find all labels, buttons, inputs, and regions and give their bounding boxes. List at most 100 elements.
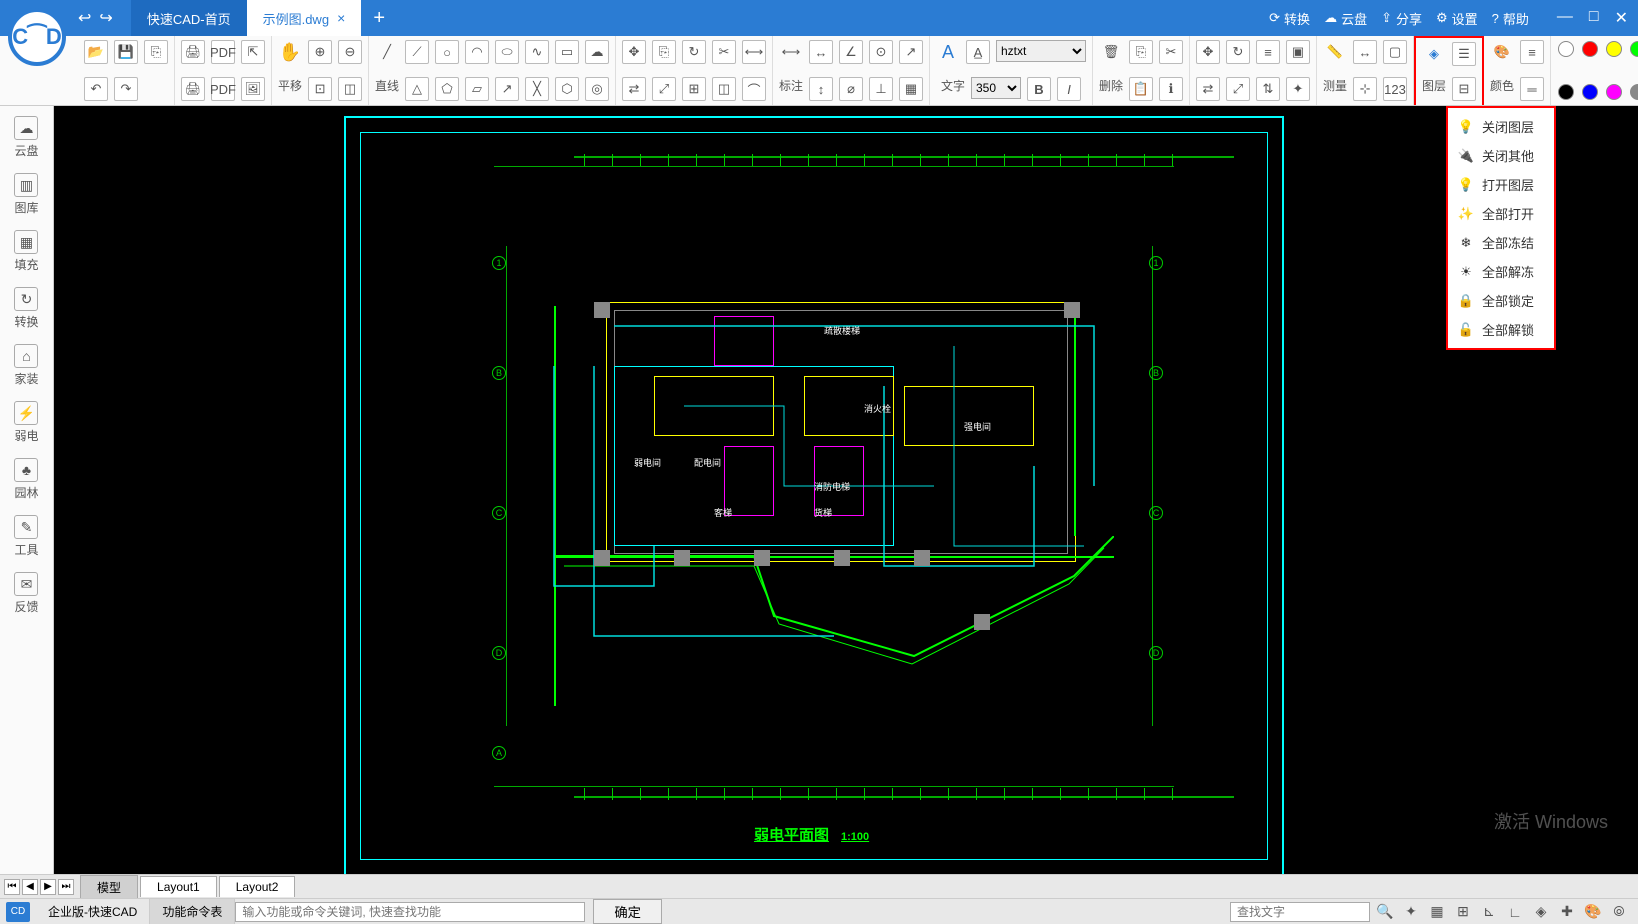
coord-icon[interactable]: ⊹ (1353, 77, 1377, 101)
last-icon[interactable]: ⏭ (58, 879, 74, 895)
color-icon[interactable]: 🎨 (1490, 40, 1514, 64)
save-icon[interactable]: 💾 (114, 40, 138, 64)
layout-tab-model[interactable]: 模型 (80, 875, 138, 899)
color-swatch[interactable] (1582, 84, 1598, 100)
grid-icon[interactable]: ▦ (1426, 902, 1448, 922)
mirror-icon[interactable]: ⇄ (622, 77, 646, 101)
layer-menu-item-4[interactable]: ❄全部冻结 (1448, 228, 1554, 257)
penta-icon[interactable]: ⬠ (435, 77, 459, 101)
sidebar-item-0[interactable]: ☁云盘 (14, 116, 38, 159)
sidebar-item-8[interactable]: ✉反馈 (14, 572, 38, 615)
search-icon[interactable]: 🔍 (1374, 902, 1396, 922)
block-icon[interactable]: ▣ (1286, 40, 1310, 64)
line-icon[interactable]: ╱ (375, 40, 399, 64)
image-icon[interactable]: 🖼 (241, 77, 265, 101)
func-table-button[interactable]: 功能命令表 (150, 899, 235, 924)
lineweight-icon[interactable]: ═ (1520, 77, 1544, 101)
scale2-icon[interactable]: ⤢ (1226, 77, 1250, 101)
app-logo[interactable]: C⁀D (8, 8, 66, 66)
flip-icon[interactable]: ⇅ (1256, 77, 1280, 101)
sidebar-item-3[interactable]: ↻转换 (14, 287, 38, 330)
dimv-icon[interactable]: ↕ (809, 77, 833, 101)
prev-icon[interactable]: ◀ (22, 879, 38, 895)
print-icon[interactable]: 🖨 (181, 40, 205, 64)
close-icon[interactable]: × (337, 10, 345, 26)
sidebar-item-2[interactable]: ▦填充 (14, 230, 38, 273)
cloud-icon[interactable]: ☁ (585, 40, 609, 64)
pdf-icon[interactable]: PDF (211, 40, 235, 64)
scale-icon[interactable]: ⤢ (652, 77, 676, 101)
table-icon[interactable]: ▦ (899, 77, 923, 101)
color-swatch[interactable] (1630, 41, 1638, 57)
tri-icon[interactable]: △ (405, 77, 429, 101)
props-icon[interactable]: ℹ (1159, 77, 1183, 101)
zoomext-icon[interactable]: ⊡ (308, 77, 332, 101)
color-swatch[interactable] (1606, 84, 1622, 100)
leader-icon[interactable]: ↗ (899, 40, 923, 64)
color-swatch[interactable] (1558, 41, 1574, 57)
sidebar-item-4[interactable]: ⌂家装 (14, 344, 38, 387)
dimord-icon[interactable]: ⊥ (869, 77, 893, 101)
rotate-icon[interactable]: ↻ (682, 40, 706, 64)
pdf2-icon[interactable]: PDF (211, 77, 235, 101)
print2-icon[interactable]: 🖨 (181, 77, 205, 101)
redo-icon[interactable]: ↷ (114, 77, 138, 101)
add-tab-button[interactable]: + (361, 0, 397, 36)
pan-icon[interactable]: ✋ (278, 40, 302, 64)
move2-icon[interactable]: ✥ (1196, 40, 1220, 64)
offset-icon[interactable]: ◫ (712, 77, 736, 101)
layerlist-icon[interactable]: ☰ (1452, 42, 1476, 66)
undo-icon[interactable]: ↶ (84, 77, 108, 101)
font-select[interactable]: hztxt (996, 40, 1086, 62)
command-input[interactable] (235, 902, 585, 922)
rect-icon[interactable]: ▭ (555, 40, 579, 64)
polyline-icon[interactable]: ⟋ (405, 40, 429, 64)
osnap-icon[interactable]: ◈ (1530, 902, 1552, 922)
zoomwin-icon[interactable]: ◫ (338, 77, 362, 101)
xline-icon[interactable]: ╳ (525, 77, 549, 101)
poly-icon[interactable]: ⬡ (555, 77, 579, 101)
delete-icon[interactable]: 🗑 (1099, 40, 1123, 64)
dim-icon[interactable]: ⟷ (779, 40, 803, 64)
dimang-icon[interactable]: ∠ (839, 40, 863, 64)
measure-icon[interactable]: 📏 (1323, 40, 1347, 64)
area-icon[interactable]: ▢ (1383, 40, 1407, 64)
circle-icon[interactable]: ○ (435, 40, 459, 64)
explode-icon[interactable]: ✦ (1286, 77, 1310, 101)
layer-menu-item-2[interactable]: 💡打开图层 (1448, 170, 1554, 199)
layer-menu-item-1[interactable]: 🔌关闭其他 (1448, 141, 1554, 170)
layer-menu-item-7[interactable]: 🔓全部解锁 (1448, 315, 1554, 344)
convert-button[interactable]: ⟳转换 (1269, 9, 1310, 28)
arc-icon[interactable]: ◠ (465, 40, 489, 64)
color-swatch[interactable] (1606, 41, 1622, 57)
layer-menu-item-6[interactable]: 🔒全部锁定 (1448, 286, 1554, 315)
spline-icon[interactable]: ∿ (525, 40, 549, 64)
minimize-icon[interactable]: — (1557, 8, 1573, 28)
color-swatch[interactable] (1630, 84, 1638, 100)
ortho-icon[interactable]: ⊾ (1478, 902, 1500, 922)
export-icon[interactable]: ⇱ (241, 40, 265, 64)
dimrad-icon[interactable]: ⊙ (869, 40, 893, 64)
layer-icon[interactable]: ◈ (1422, 42, 1446, 66)
share-button[interactable]: ⇪分享 (1381, 9, 1422, 28)
copy-icon[interactable]: ⎘ (652, 40, 676, 64)
fillet-icon[interactable]: ⌒ (742, 77, 766, 101)
forward-icon[interactable]: ↪ (99, 8, 112, 28)
saveas-icon[interactable]: ⎘ (144, 40, 168, 64)
find-text-input[interactable] (1230, 902, 1370, 922)
donut-icon[interactable]: ◎ (585, 77, 609, 101)
tab-document[interactable]: 示例图.dwg × (247, 0, 362, 36)
open-icon[interactable]: 📂 (84, 40, 108, 64)
para-icon[interactable]: ▱ (465, 77, 489, 101)
zoomout-icon[interactable]: ⊖ (338, 40, 362, 64)
color-swatch[interactable] (1582, 41, 1598, 57)
close-icon[interactable]: ✕ (1615, 8, 1628, 28)
ellipse-icon[interactable]: ⬭ (495, 40, 519, 64)
layerprop-icon[interactable]: ⊟ (1452, 77, 1476, 101)
add-status-icon[interactable]: ✚ (1556, 902, 1578, 922)
sidebar-item-7[interactable]: ✎工具 (14, 515, 38, 558)
move-icon[interactable]: ✥ (622, 40, 646, 64)
drawing-canvas[interactable]: 1 B C D A 1 B C D (54, 106, 1638, 874)
mtext-icon[interactable]: A̲ (966, 40, 990, 64)
sidebar-item-1[interactable]: ▥图库 (14, 173, 38, 216)
